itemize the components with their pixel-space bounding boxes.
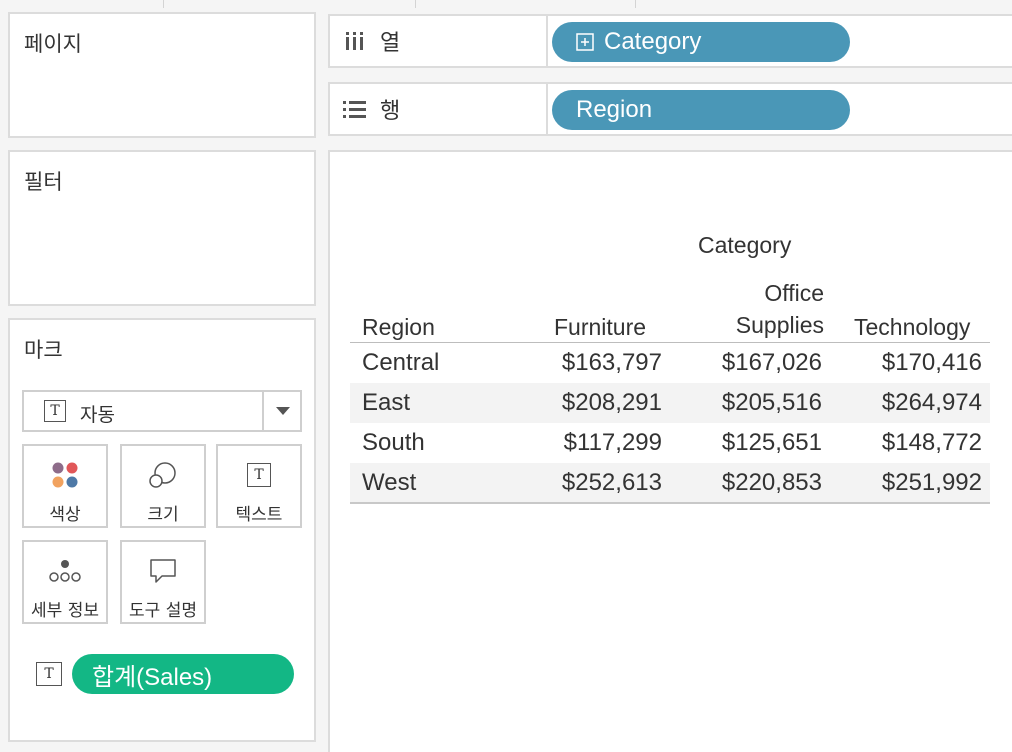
table-row: East $208,291 $205,516 $264,974 xyxy=(350,383,990,423)
col-header-office-line2[interactable]: Supplies xyxy=(724,312,824,339)
col-header-office-line1[interactable]: Office xyxy=(724,280,824,307)
col-header-technology[interactable]: Technology xyxy=(854,314,970,341)
category-pill[interactable]: Category xyxy=(552,22,850,62)
cell-furniture[interactable]: $208,291 xyxy=(512,383,662,423)
region-pill-label: Region xyxy=(576,96,653,123)
columns-icon xyxy=(342,28,368,54)
cell-office-supplies[interactable]: $125,651 xyxy=(672,423,822,463)
row-field-header[interactable]: Region xyxy=(362,314,435,341)
row-region[interactable]: Central xyxy=(362,343,439,383)
top-toolbar-strip xyxy=(0,0,1012,8)
detail-button[interactable]: 세부 정보 xyxy=(22,540,108,624)
cell-office-supplies[interactable]: $167,026 xyxy=(672,343,822,383)
table-row: West $252,613 $220,853 $251,992 xyxy=(350,463,990,503)
text-icon: T xyxy=(218,460,300,490)
toolbar-divider xyxy=(163,0,164,8)
color-button[interactable]: 색상 xyxy=(22,444,108,528)
row-region[interactable]: West xyxy=(362,463,416,503)
toolbar-divider xyxy=(635,0,636,8)
size-button[interactable]: 크기 xyxy=(120,444,206,528)
rows-label: 행 xyxy=(380,99,401,124)
size-circles-icon xyxy=(122,460,204,490)
text-encoding-icon: T xyxy=(36,662,62,686)
tooltip-button[interactable]: 도구 설명 xyxy=(120,540,206,624)
expand-plus-icon[interactable] xyxy=(576,33,594,51)
cell-technology[interactable]: $251,992 xyxy=(832,463,982,503)
category-pill-label: Category xyxy=(604,28,702,55)
color-dots-icon xyxy=(24,460,106,490)
text-mark-icon: T xyxy=(44,400,66,422)
toolbar-divider xyxy=(415,0,416,8)
cell-furniture[interactable]: $252,613 xyxy=(512,463,662,503)
cell-technology[interactable]: $148,772 xyxy=(832,423,982,463)
text-label: 텍스트 xyxy=(235,505,283,525)
filters-title: 필터 xyxy=(24,170,63,194)
cell-office-supplies[interactable]: $220,853 xyxy=(672,463,822,503)
cell-office-supplies[interactable]: $205,516 xyxy=(672,383,822,423)
detail-dots-icon xyxy=(24,556,106,586)
size-label: 크기 xyxy=(147,505,179,525)
rows-shelf: 행 Region xyxy=(328,82,1012,136)
speech-bubble-icon xyxy=(122,556,204,586)
detail-label: 세부 정보 xyxy=(31,601,99,621)
color-label: 색상 xyxy=(49,505,81,525)
cell-technology[interactable]: $170,416 xyxy=(832,343,982,383)
text-button[interactable]: T 텍스트 xyxy=(216,444,302,528)
row-region[interactable]: South xyxy=(362,423,425,463)
col-header-furniture[interactable]: Furniture xyxy=(554,314,646,341)
chevron-down-icon xyxy=(276,407,290,415)
row-region[interactable]: East xyxy=(362,383,410,423)
sales-measure-pill[interactable]: 합계(Sales) xyxy=(72,654,294,694)
table-bottom-rule xyxy=(350,502,990,504)
mark-type-value: 자동 xyxy=(80,404,115,426)
cell-furniture[interactable]: $117,299 xyxy=(512,423,662,463)
pages-card[interactable]: 페이지 xyxy=(8,12,316,138)
sales-pill-label: 합계(Sales) xyxy=(92,663,213,691)
mark-type-dropdown[interactable]: T 자동 xyxy=(22,390,302,432)
tooltip-label: 도구 설명 xyxy=(129,601,197,621)
dropdown-divider xyxy=(262,392,264,430)
region-pill[interactable]: Region xyxy=(552,90,850,130)
pages-title: 페이지 xyxy=(24,32,82,56)
columns-shelf-label: 열 xyxy=(330,16,548,66)
marks-title: 마크 xyxy=(24,338,63,362)
columns-label: 열 xyxy=(380,31,401,56)
table-row: Central $163,797 $167,026 $170,416 xyxy=(350,343,990,383)
rows-icon xyxy=(342,96,368,122)
filters-card[interactable]: 필터 xyxy=(8,150,316,306)
rows-shelf-label: 행 xyxy=(330,84,548,134)
table-row: South $117,299 $125,651 $148,772 xyxy=(350,423,990,463)
columns-shelf: 열 Category xyxy=(328,14,1012,68)
cell-technology[interactable]: $264,974 xyxy=(832,383,982,423)
column-field-header[interactable]: Category xyxy=(698,232,791,259)
cell-furniture[interactable]: $163,797 xyxy=(512,343,662,383)
view-canvas: Category Region Furniture Office Supplie… xyxy=(328,150,1012,752)
